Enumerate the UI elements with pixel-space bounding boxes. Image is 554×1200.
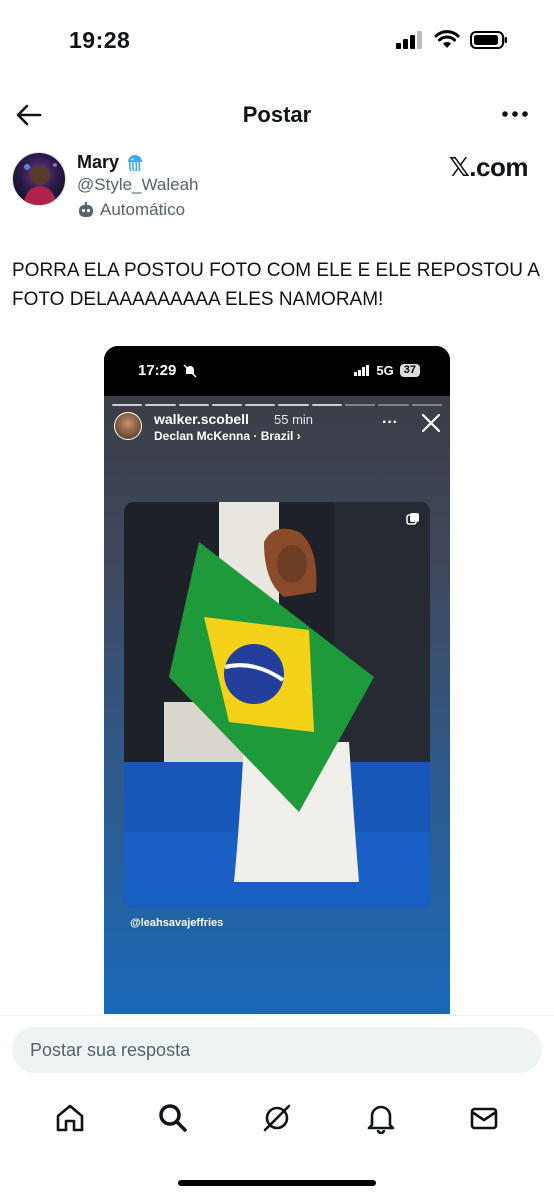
embedded-signal-icon [354,365,370,376]
reposted-photo [124,502,430,908]
tab-grok[interactable] [252,1093,302,1143]
status-icons [396,30,508,50]
story-mention: @leahsavajeffries [130,917,224,929]
story-close-icon [421,413,441,433]
embedded-phone-icons: 5G 37 [354,363,420,378]
home-icon [56,1104,84,1132]
status-bar: 19:28 [0,0,554,84]
tab-home[interactable] [45,1093,95,1143]
reply-input[interactable]: Postar sua resposta [12,1027,542,1073]
instagram-story: walker.scobell 55 min Declan McKenna · B… [104,396,450,1014]
jellyfish-emoji-icon [128,154,143,171]
tab-messages[interactable] [459,1093,509,1143]
bottom-tab-bar [0,1093,554,1143]
story-username: walker.scobell [154,411,249,427]
tab-search[interactable] [148,1093,198,1143]
reply-placeholder: Postar sua resposta [30,1039,191,1060]
robot-icon [79,202,93,217]
page-title: Postar [242,102,312,127]
divider [0,1015,554,1016]
avatar[interactable] [12,152,66,206]
status-time: 19:28 [69,27,131,53]
battery-icon [470,31,507,49]
author-handle[interactable]: @Style_Waleah [77,175,199,195]
embedded-battery-level: 37 [399,364,420,377]
automated-label-row: Automático [77,200,185,220]
mail-icon [470,1107,498,1130]
story-timestamp: 55 min [274,412,314,427]
embedded-phone-time: 17:29 [138,362,177,379]
cellular-signal-icon [396,31,422,49]
more-options-button[interactable] [500,102,530,126]
grok-icon [263,1104,291,1132]
automated-label: Automático [100,200,186,219]
more-dots-icon [502,111,528,117]
story-more-icon: ··· [382,414,398,431]
embedded-phone-status-bar: 17:29 5G 37 [104,346,450,396]
photo-scene [124,502,430,908]
author-name-row: Mary [77,152,145,173]
tweet-text: PORRA ELA POSTOU FOTO COM ELE E ELE REPO… [12,260,539,310]
wifi-icon [434,30,460,48]
bell-icon [367,1105,394,1134]
avatar-portrait [23,163,57,205]
story-progress-bars [112,404,442,406]
search-icon [159,1104,188,1132]
tab-notifications[interactable] [356,1093,406,1143]
bell-muted-icon [183,364,197,378]
carousel-icon [406,513,419,525]
post-author: Mary @Style_Waleah Automático 𝕏.com [12,152,542,222]
author-name[interactable]: Mary [77,152,119,173]
post-image[interactable]: 17:29 5G 37 walker.scobell 55 min Declan… [104,346,450,1014]
home-indicator [178,1180,376,1186]
post-header: Postar [0,90,554,140]
source-logo: 𝕏.com [448,152,529,182]
story-music-label: Declan McKenna · Brazil › [154,429,301,443]
story-header: walker.scobell 55 min Declan McKenna · B… [114,411,442,446]
story-avatar [114,412,142,440]
embedded-network-label: 5G [376,363,394,378]
